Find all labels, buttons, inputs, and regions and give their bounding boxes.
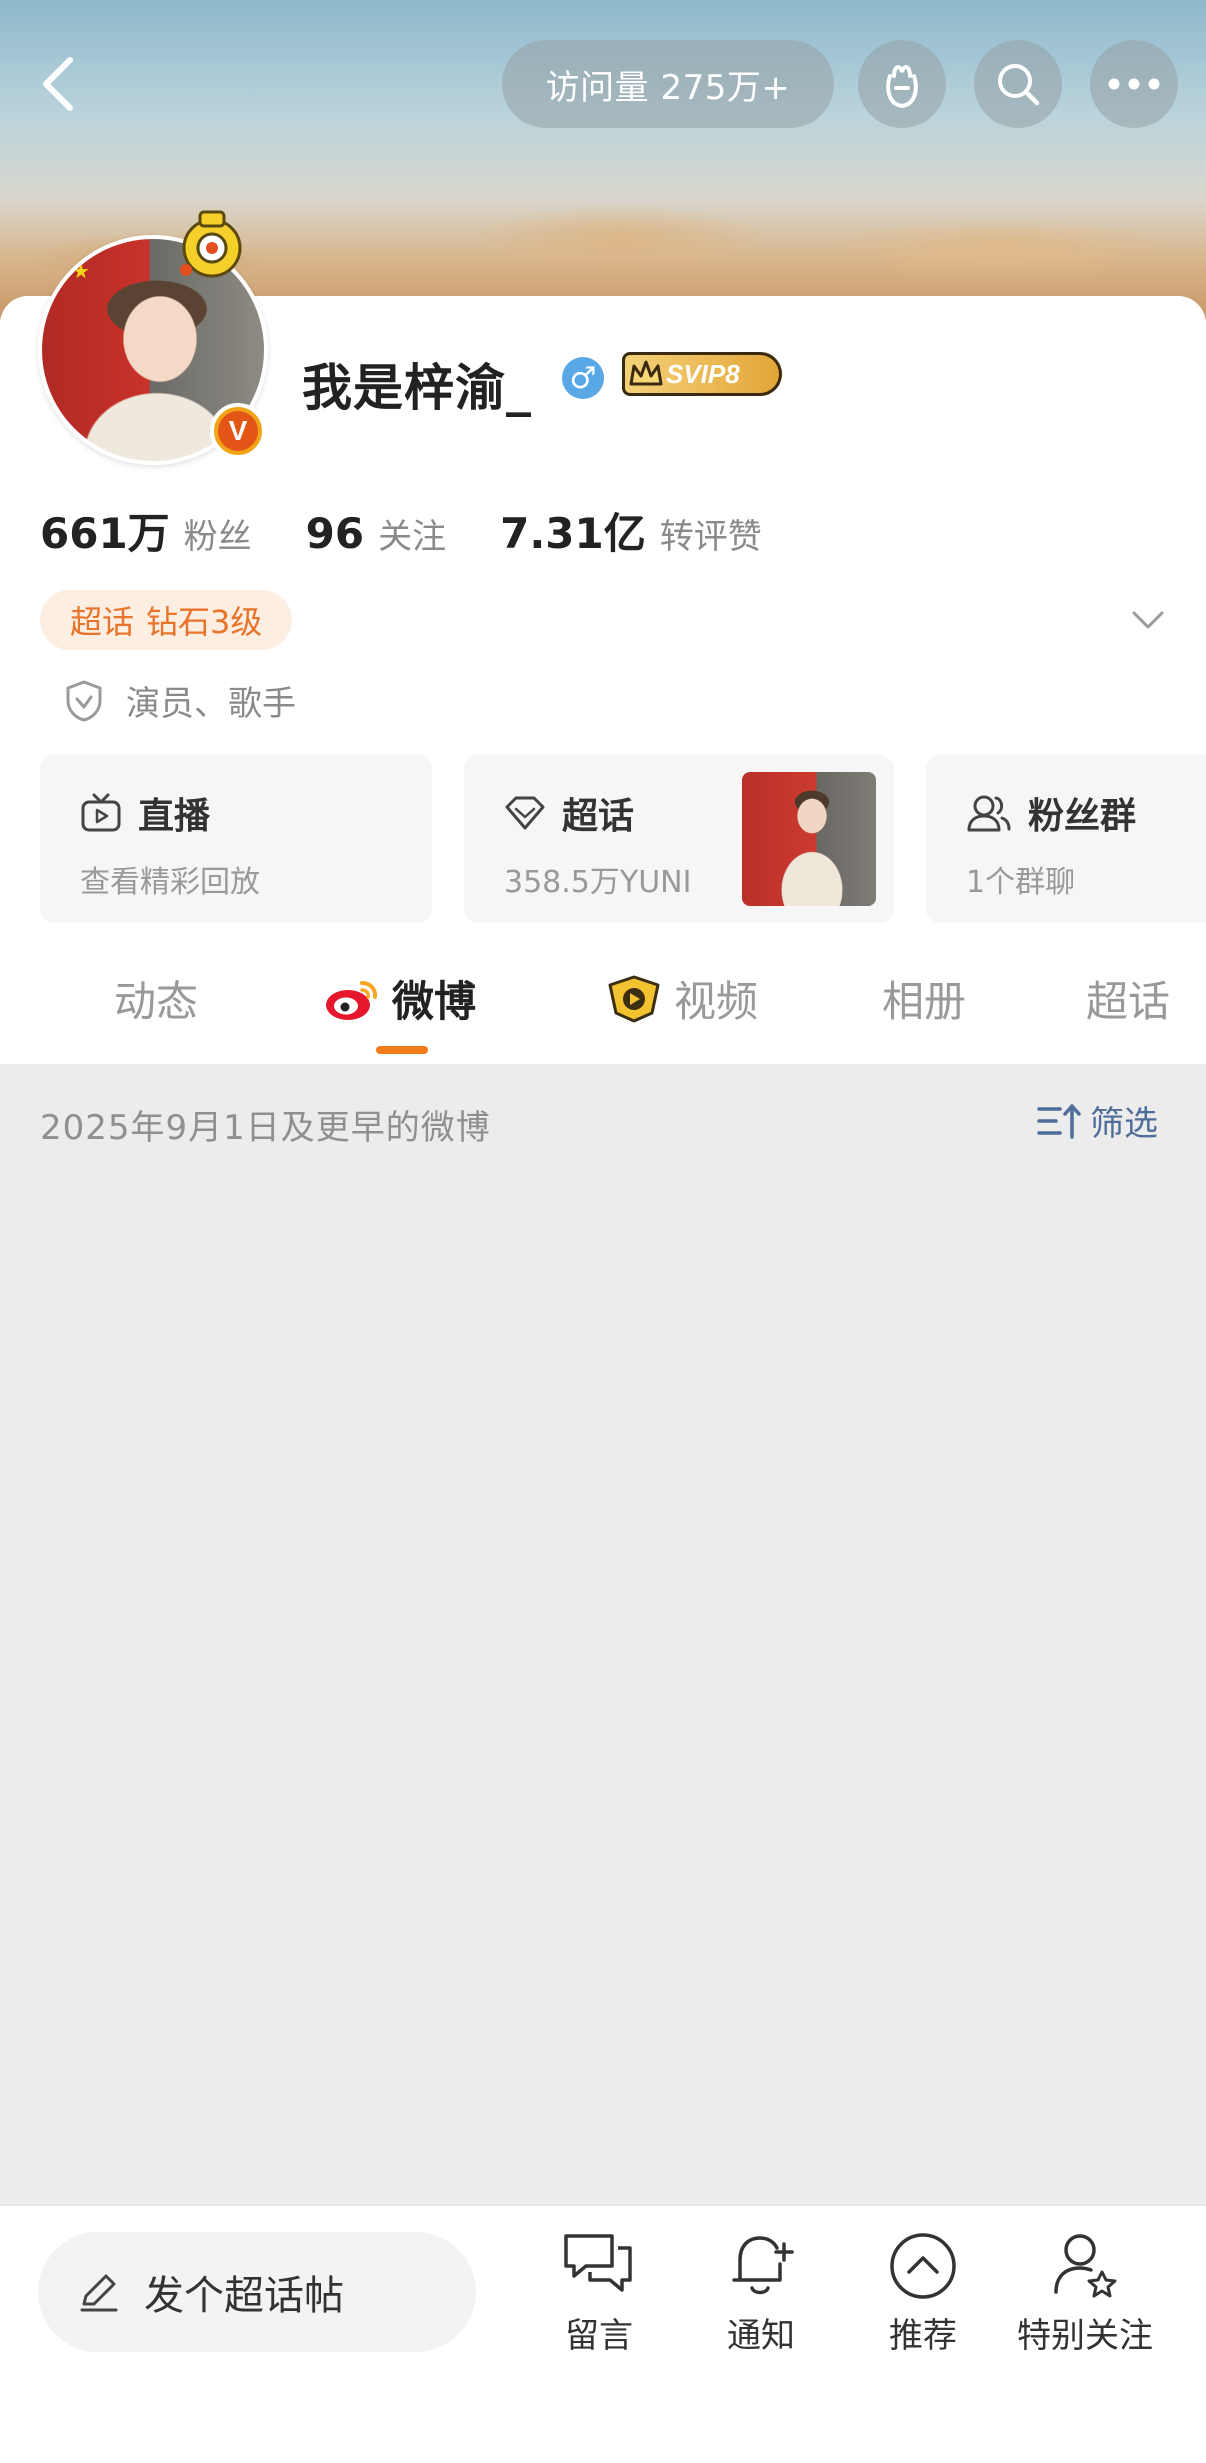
more-button[interactable] — [1090, 40, 1178, 128]
notify-button[interactable]: 通知 — [676, 2230, 846, 2357]
feature-tiles: 直播 查看精彩回放 超话 358.5万YUNI 粉丝群 1个群聊 — [40, 755, 1206, 923]
bottom-item-label: 特别关注 — [1017, 2316, 1153, 2356]
diamond-icon — [505, 796, 545, 830]
more-icon — [1108, 78, 1160, 90]
gift-icon — [886, 65, 918, 109]
gift-button[interactable] — [858, 40, 946, 128]
stat-value: 661万 — [40, 509, 170, 558]
stat-following[interactable]: 96 关注 — [306, 509, 446, 558]
flag-star-decoration: ★ — [72, 259, 90, 283]
profile-stats: 661万 粉丝 96 关注 7.31亿 转评赞 — [40, 500, 816, 561]
role-info: 演员、歌手 — [64, 676, 296, 725]
tab-label: 动态 — [114, 977, 199, 1026]
back-button[interactable] — [28, 48, 88, 120]
compose-label: 发个超话帖 — [144, 2273, 344, 2319]
filter-label: 筛选 — [1090, 1104, 1158, 1144]
tile-fans-title: 粉丝群 — [1028, 796, 1137, 837]
role-text: 演员、歌手 — [126, 684, 296, 724]
tile-fan-group[interactable]: 粉丝群 1个群聊 — [926, 755, 1206, 923]
stat-value: 7.31亿 — [500, 509, 646, 558]
tab-label: 视频 — [674, 977, 759, 1026]
group-icon — [967, 795, 1011, 832]
tab-label: 相册 — [882, 977, 967, 1026]
svip-badge[interactable]: SVIP8 — [622, 352, 782, 396]
level-tag-part2: 钻石3级 — [146, 603, 263, 641]
tile-live-title: 直播 — [138, 796, 211, 837]
bell-icon — [732, 2236, 794, 2295]
gender-badge: ♂ — [562, 357, 604, 399]
supertopic-level-tag[interactable]: 超话 钻石3级 — [40, 590, 293, 650]
stat-engagement[interactable]: 7.31亿 转评赞 — [500, 500, 762, 561]
chevron-down-icon[interactable] — [1128, 603, 1168, 639]
pencil-icon — [80, 2274, 118, 2312]
tab-label: 微博 — [392, 977, 477, 1026]
verified-badge: V — [210, 403, 266, 459]
active-tab-indicator — [376, 1046, 428, 1054]
stat-label: 转评赞 — [659, 517, 762, 557]
special-follow-button[interactable]: 特别关注 — [1000, 2230, 1170, 2357]
supertopic-thumbnail — [742, 772, 876, 906]
compose-supertopic-post-button[interactable]: 发个超话帖 — [38, 2232, 476, 2352]
svip-label: SVIP8 — [666, 358, 740, 389]
bottom-item-label: 留言 — [565, 2316, 633, 2356]
username: 我是梓渝_ — [302, 359, 532, 417]
message-board-button[interactable]: 留言 — [514, 2230, 684, 2357]
search-button[interactable] — [974, 40, 1062, 128]
up-circle-icon — [890, 2233, 956, 2299]
weibo-icon — [326, 980, 378, 1020]
bottom-action-bar: 发个超话帖 留言 通知 推荐 特别关注 — [0, 2205, 1206, 2463]
filter-icon — [1037, 1103, 1081, 1139]
tile-topic-title: 超话 — [562, 796, 635, 837]
stat-value: 96 — [305, 509, 365, 558]
stat-label: 粉丝 — [183, 517, 252, 557]
video-icon — [608, 975, 660, 1022]
tile-supertopic[interactable]: 超话 358.5万YUNI — [464, 755, 894, 923]
visits-counter[interactable]: 访问量 275万+ — [502, 40, 834, 128]
bottom-item-label: 通知 — [727, 2316, 795, 2356]
tab-video[interactable]: 视频 — [604, 968, 758, 1029]
stat-followers[interactable]: 661万 粉丝 — [40, 500, 252, 561]
tv-icon — [81, 793, 121, 832]
filter-button[interactable]: 筛选 — [1036, 1096, 1158, 1145]
back-icon — [43, 57, 73, 111]
verified-mark: V — [218, 411, 258, 451]
chat-icon — [564, 2234, 632, 2292]
level-tag-part1: 超话 — [70, 603, 135, 641]
avatar-pendant-icon — [180, 210, 242, 278]
tab-label: 超话 — [1086, 977, 1171, 1026]
user-star-icon — [1054, 2234, 1117, 2298]
stat-label: 关注 — [378, 517, 447, 557]
crown-icon — [629, 360, 663, 386]
tile-live[interactable]: 直播 查看精彩回放 — [40, 755, 432, 923]
feed-date-label: 2025年9月1日及更早的微博 — [40, 1108, 491, 1148]
tile-live-subtitle: 查看精彩回放 — [80, 865, 260, 900]
shield-icon — [66, 680, 102, 721]
tab-weibo[interactable]: 微博 — [322, 968, 476, 1029]
search-icon — [998, 64, 1040, 106]
tab-album[interactable]: 相册 — [882, 968, 966, 1029]
tab-supertopic[interactable]: 超话 — [1086, 968, 1170, 1029]
tile-fans-subtitle: 1个群聊 — [966, 865, 1076, 900]
profile-tabs: 动态 微博 视频 相册 超话 — [0, 930, 1206, 1064]
bottom-item-label: 推荐 — [889, 2316, 957, 2356]
visits-label: 访问量 275万+ — [545, 67, 791, 108]
tab-dynamics[interactable]: 动态 — [114, 968, 198, 1029]
recommend-button[interactable]: 推荐 — [838, 2230, 1008, 2357]
